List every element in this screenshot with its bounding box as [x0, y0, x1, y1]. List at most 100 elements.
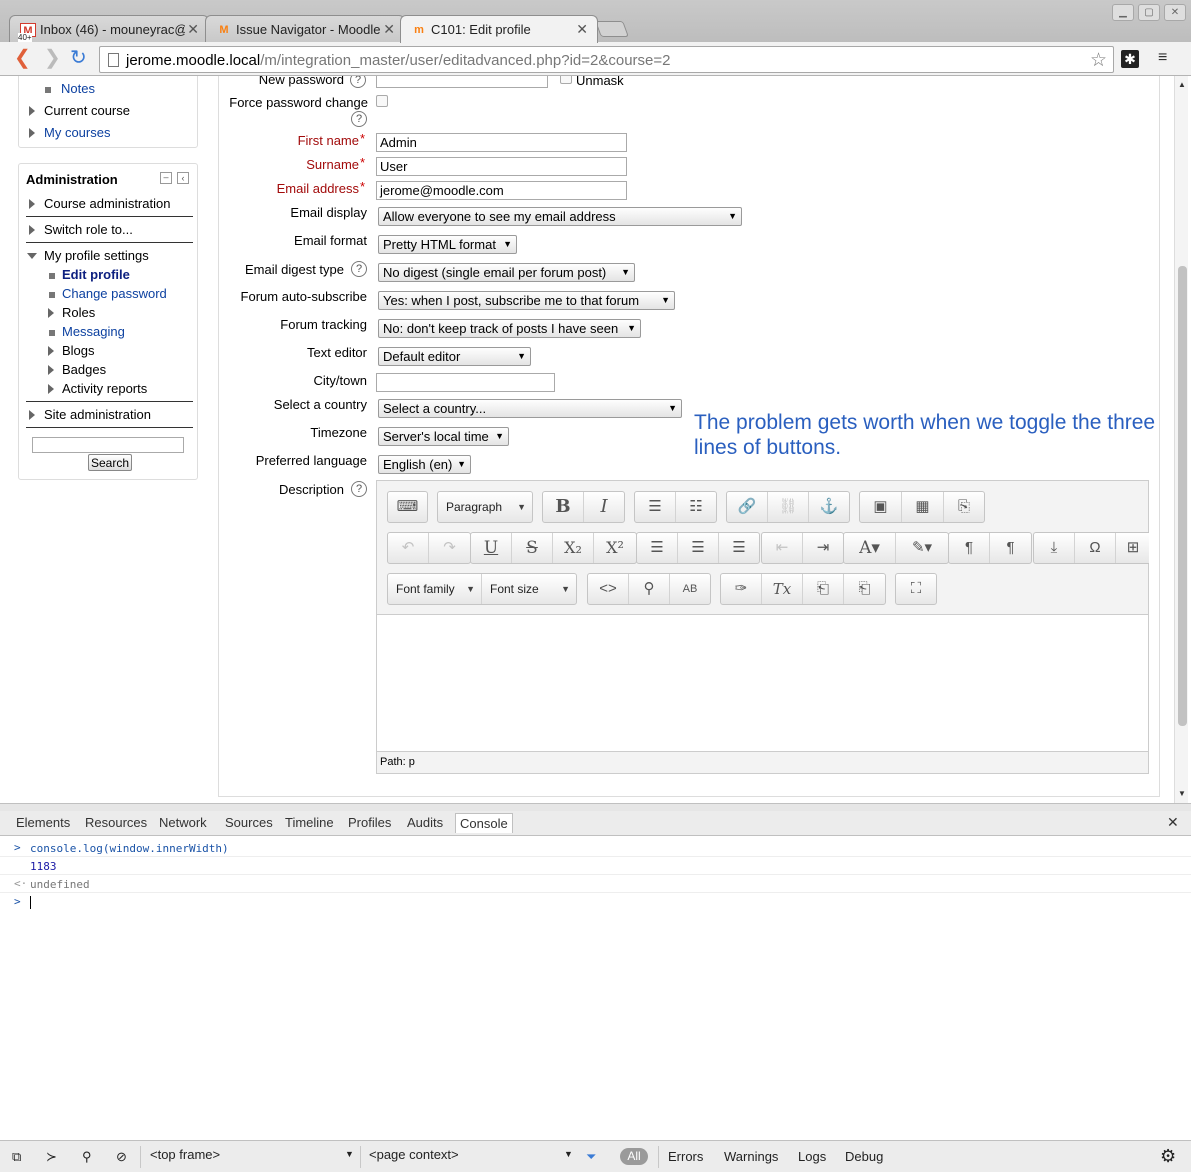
admin-my-profile-settings[interactable]: My profile settings [44, 248, 149, 263]
strikethrough-icon[interactable]: S [512, 533, 553, 563]
nav-notes[interactable]: Notes [61, 81, 95, 96]
address-bar[interactable]: jerome.moodle.local/m/integration_master… [99, 46, 1114, 73]
bullet-list-icon[interactable]: ☰ [635, 492, 676, 522]
tab-sources[interactable]: Sources [225, 815, 273, 830]
replace-icon[interactable]: AB [670, 574, 710, 604]
ltr-icon[interactable]: ¶ [949, 533, 990, 563]
font-family-select[interactable]: Font family ▼ [388, 574, 482, 604]
tab-issue-navigator[interactable]: M Issue Navigator - Moodle T ✕ [205, 15, 405, 43]
filter-all[interactable]: All [620, 1148, 648, 1165]
close-tab-icon[interactable]: ✕ [187, 21, 199, 38]
new-tab-button[interactable] [595, 21, 629, 37]
expand-icon[interactable] [48, 365, 54, 375]
expand-icon[interactable] [48, 346, 54, 356]
tab-network[interactable]: Network [159, 815, 207, 830]
filter-debug[interactable]: Debug [845, 1149, 883, 1164]
help-icon[interactable]: ? [351, 481, 367, 497]
expand-icon[interactable] [29, 128, 35, 138]
frame-select[interactable]: <top frame> ▼ [150, 1147, 356, 1162]
text-editor-select[interactable]: Default editor ▼ [378, 347, 531, 366]
unlink-icon[interactable]: ⛓ [768, 492, 809, 522]
bold-icon[interactable]: B [543, 492, 584, 522]
admin-site-administration[interactable]: Site administration [44, 407, 151, 422]
email-digest-select[interactable]: No digest (single email per forum post) ▼ [378, 263, 635, 282]
tab-gmail[interactable]: M 40+ Inbox (46) - mouneyrac@g ✕ [9, 15, 209, 43]
tab-profiles[interactable]: Profiles [348, 815, 391, 830]
align-center-icon[interactable]: ☰ [678, 533, 719, 563]
dock-block-icon[interactable]: ‹ [177, 172, 189, 184]
help-icon[interactable]: ? [351, 261, 367, 277]
clear-console-icon[interactable]: ⊘ [116, 1149, 127, 1165]
tab-resources[interactable]: Resources [85, 815, 147, 830]
media-icon[interactable]: ▦ [902, 492, 944, 522]
context-select[interactable]: <page context> ▼ [369, 1147, 575, 1162]
fullscreen-icon[interactable]: ⛶ [896, 574, 936, 604]
rtl-icon[interactable]: ¶ [990, 533, 1031, 563]
close-devtools-icon[interactable]: ✕ [1167, 814, 1179, 831]
admin-search-input[interactable] [32, 437, 184, 453]
admin-search-button[interactable]: Search [88, 454, 133, 471]
table-icon[interactable]: ⊞ [1116, 533, 1150, 563]
font-size-select[interactable]: Font size ▼ [482, 574, 576, 604]
clean-up-icon[interactable]: ✑ [721, 574, 762, 604]
email-address-input[interactable]: jerome@moodle.com [376, 181, 627, 200]
surname-input[interactable]: User [376, 157, 627, 176]
tab-edit-profile[interactable]: m C101: Edit profile ✕ [400, 15, 598, 43]
expand-icon[interactable] [29, 199, 35, 209]
help-icon[interactable]: ? [351, 111, 367, 127]
country-select[interactable]: Select a country... ▼ [378, 399, 682, 418]
expand-icon[interactable] [29, 106, 35, 116]
admin-roles[interactable]: Roles [62, 305, 95, 320]
back-icon[interactable]: ❮ [14, 48, 31, 68]
expand-icon[interactable] [48, 384, 54, 394]
expand-icon[interactable] [29, 410, 35, 420]
extension-icon[interactable]: ✱ [1121, 50, 1139, 68]
insert-icon[interactable]: ⤓ [1034, 533, 1075, 563]
admin-messaging[interactable]: Messaging [62, 324, 125, 339]
anchor-icon[interactable]: ⚓ [809, 492, 849, 522]
city-town-input[interactable] [376, 373, 555, 392]
search-icon[interactable]: ⚲ [629, 574, 670, 604]
close-tab-icon[interactable]: ✕ [383, 21, 395, 38]
expand-icon[interactable] [48, 308, 54, 318]
unmask-checkbox[interactable] [560, 76, 572, 84]
minimize-icon[interactable]: ▁ [1112, 4, 1134, 21]
admin-course-administration[interactable]: Course administration [44, 196, 170, 211]
superscript-icon[interactable]: X² [594, 533, 636, 563]
forward-icon[interactable]: ❯ [44, 48, 61, 68]
console-input-line[interactable]: > [0, 893, 1191, 911]
background-color-icon[interactable]: ✎▾ [896, 533, 948, 563]
align-right-icon[interactable]: ☰ [719, 533, 759, 563]
paste-text-icon[interactable]: ⎗ [803, 574, 844, 604]
settings-gear-icon[interactable]: ⚙ [1160, 1146, 1176, 1167]
toolbar-toggle-icon[interactable]: ⌨ [388, 492, 427, 522]
new-password-input[interactable] [376, 76, 548, 88]
editor-content-area[interactable] [377, 616, 1148, 750]
email-format-select[interactable]: Pretty HTML format ▼ [378, 235, 517, 254]
show-drawer-icon[interactable]: ≻ [46, 1149, 57, 1165]
filter-logs[interactable]: Logs [798, 1149, 826, 1164]
first-name-input[interactable]: Admin [376, 133, 627, 152]
preferred-language-select[interactable]: English (en) ▼ [378, 455, 471, 474]
paragraph-format-select[interactable]: Paragraph ▼ [438, 492, 532, 522]
admin-badges[interactable]: Badges [62, 362, 106, 377]
tab-audits[interactable]: Audits [407, 815, 443, 830]
tab-elements[interactable]: Elements [16, 815, 70, 830]
filter-icon[interactable]: ⏷ [586, 1149, 596, 1165]
force-password-change-checkbox[interactable] [376, 95, 388, 107]
outdent-icon[interactable]: ⇤ [762, 533, 803, 563]
page-scrollbar[interactable]: ▲ ▼ [1174, 76, 1188, 803]
paste-word-icon[interactable]: ⎗ [844, 574, 885, 604]
scroll-up-icon[interactable]: ▲ [1178, 80, 1186, 89]
reload-icon[interactable]: ↻ [70, 48, 87, 68]
subscript-icon[interactable]: X₂ [553, 533, 594, 563]
email-display-select[interactable]: Allow everyone to see my email address ▼ [378, 207, 742, 226]
maximize-icon[interactable]: ▢ [1138, 4, 1160, 21]
forum-autosubscribe-select[interactable]: Yes: when I post, subscribe me to that f… [378, 291, 675, 310]
clear-formatting-icon[interactable]: Tx [762, 574, 803, 604]
text-color-icon[interactable]: A▾ [844, 533, 896, 563]
scroll-down-icon[interactable]: ▼ [1178, 789, 1186, 798]
numbered-list-icon[interactable]: ☷ [676, 492, 716, 522]
nav-current-course[interactable]: Current course [44, 103, 130, 118]
search-icon[interactable]: ⚲ [82, 1149, 92, 1165]
